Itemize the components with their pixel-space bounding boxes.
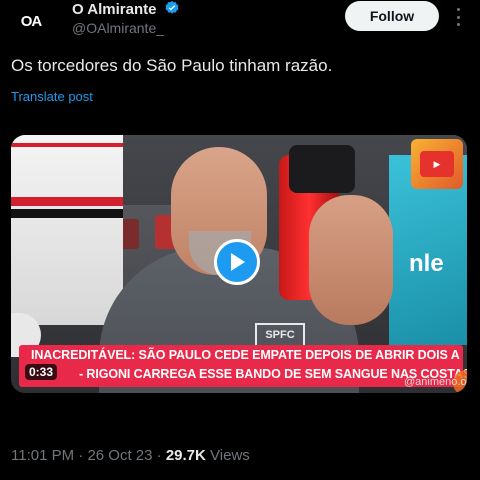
channel-logo-mark: ▶	[420, 151, 454, 177]
tweet-text: Os torcedores do São Paulo tinham razão.	[11, 56, 333, 75]
shirt-logo: SPFC	[255, 323, 305, 347]
more-dot	[456, 15, 460, 19]
avatar-logo: OA	[20, 12, 42, 30]
meta-separator: ·	[78, 447, 84, 464]
views-label: Views	[210, 447, 250, 464]
jersey-stripe	[11, 209, 123, 218]
more-dot	[456, 8, 460, 11]
video-watermark: @animeno.o	[404, 376, 467, 388]
tweet-meta: 11:01 PM · 26 Oct 23 · 29.7K Views	[11, 447, 250, 464]
jersey-white-image	[11, 135, 123, 325]
more-dot	[456, 23, 460, 26]
play-icon	[231, 253, 245, 271]
headline-banner: INACREDITÁVEL: SÃO PAULO CEDE EMPATE DEP…	[19, 345, 467, 387]
video-duration-badge: 0:33	[25, 364, 58, 380]
more-options-icon[interactable]	[452, 8, 464, 26]
follow-button[interactable]: Follow	[345, 1, 439, 31]
author-name[interactable]: O Almirante	[72, 0, 180, 18]
author-name-text: O Almirante	[72, 1, 157, 18]
video-player[interactable]: nle SPFC ▶ INACREDITÁVEL: SÃO PAULO CEDE…	[11, 135, 467, 393]
jersey-text: nle	[409, 250, 444, 277]
headline-line-1: INACREDITÁVEL: SÃO PAULO CEDE EMPATE DEP…	[31, 348, 460, 362]
bottle-cap	[289, 145, 355, 193]
play-button[interactable]	[214, 239, 260, 285]
views-count: 29.7K	[165, 447, 206, 464]
meta-separator: ·	[156, 447, 162, 464]
tweet-time[interactable]: 11:01 PM	[11, 447, 74, 464]
channel-logo: ▶	[411, 139, 463, 189]
translate-post-link[interactable]: Translate post	[11, 89, 93, 104]
jersey-stripe	[11, 197, 123, 206]
verified-badge-icon	[165, 1, 179, 14]
author-avatar[interactable]: OA	[14, 4, 48, 38]
author-handle[interactable]: @OAlmirante_	[72, 20, 164, 36]
hand-image	[309, 195, 393, 325]
tweet-date[interactable]: 26 Oct 23	[87, 447, 152, 464]
jersey-stripe	[11, 143, 123, 147]
